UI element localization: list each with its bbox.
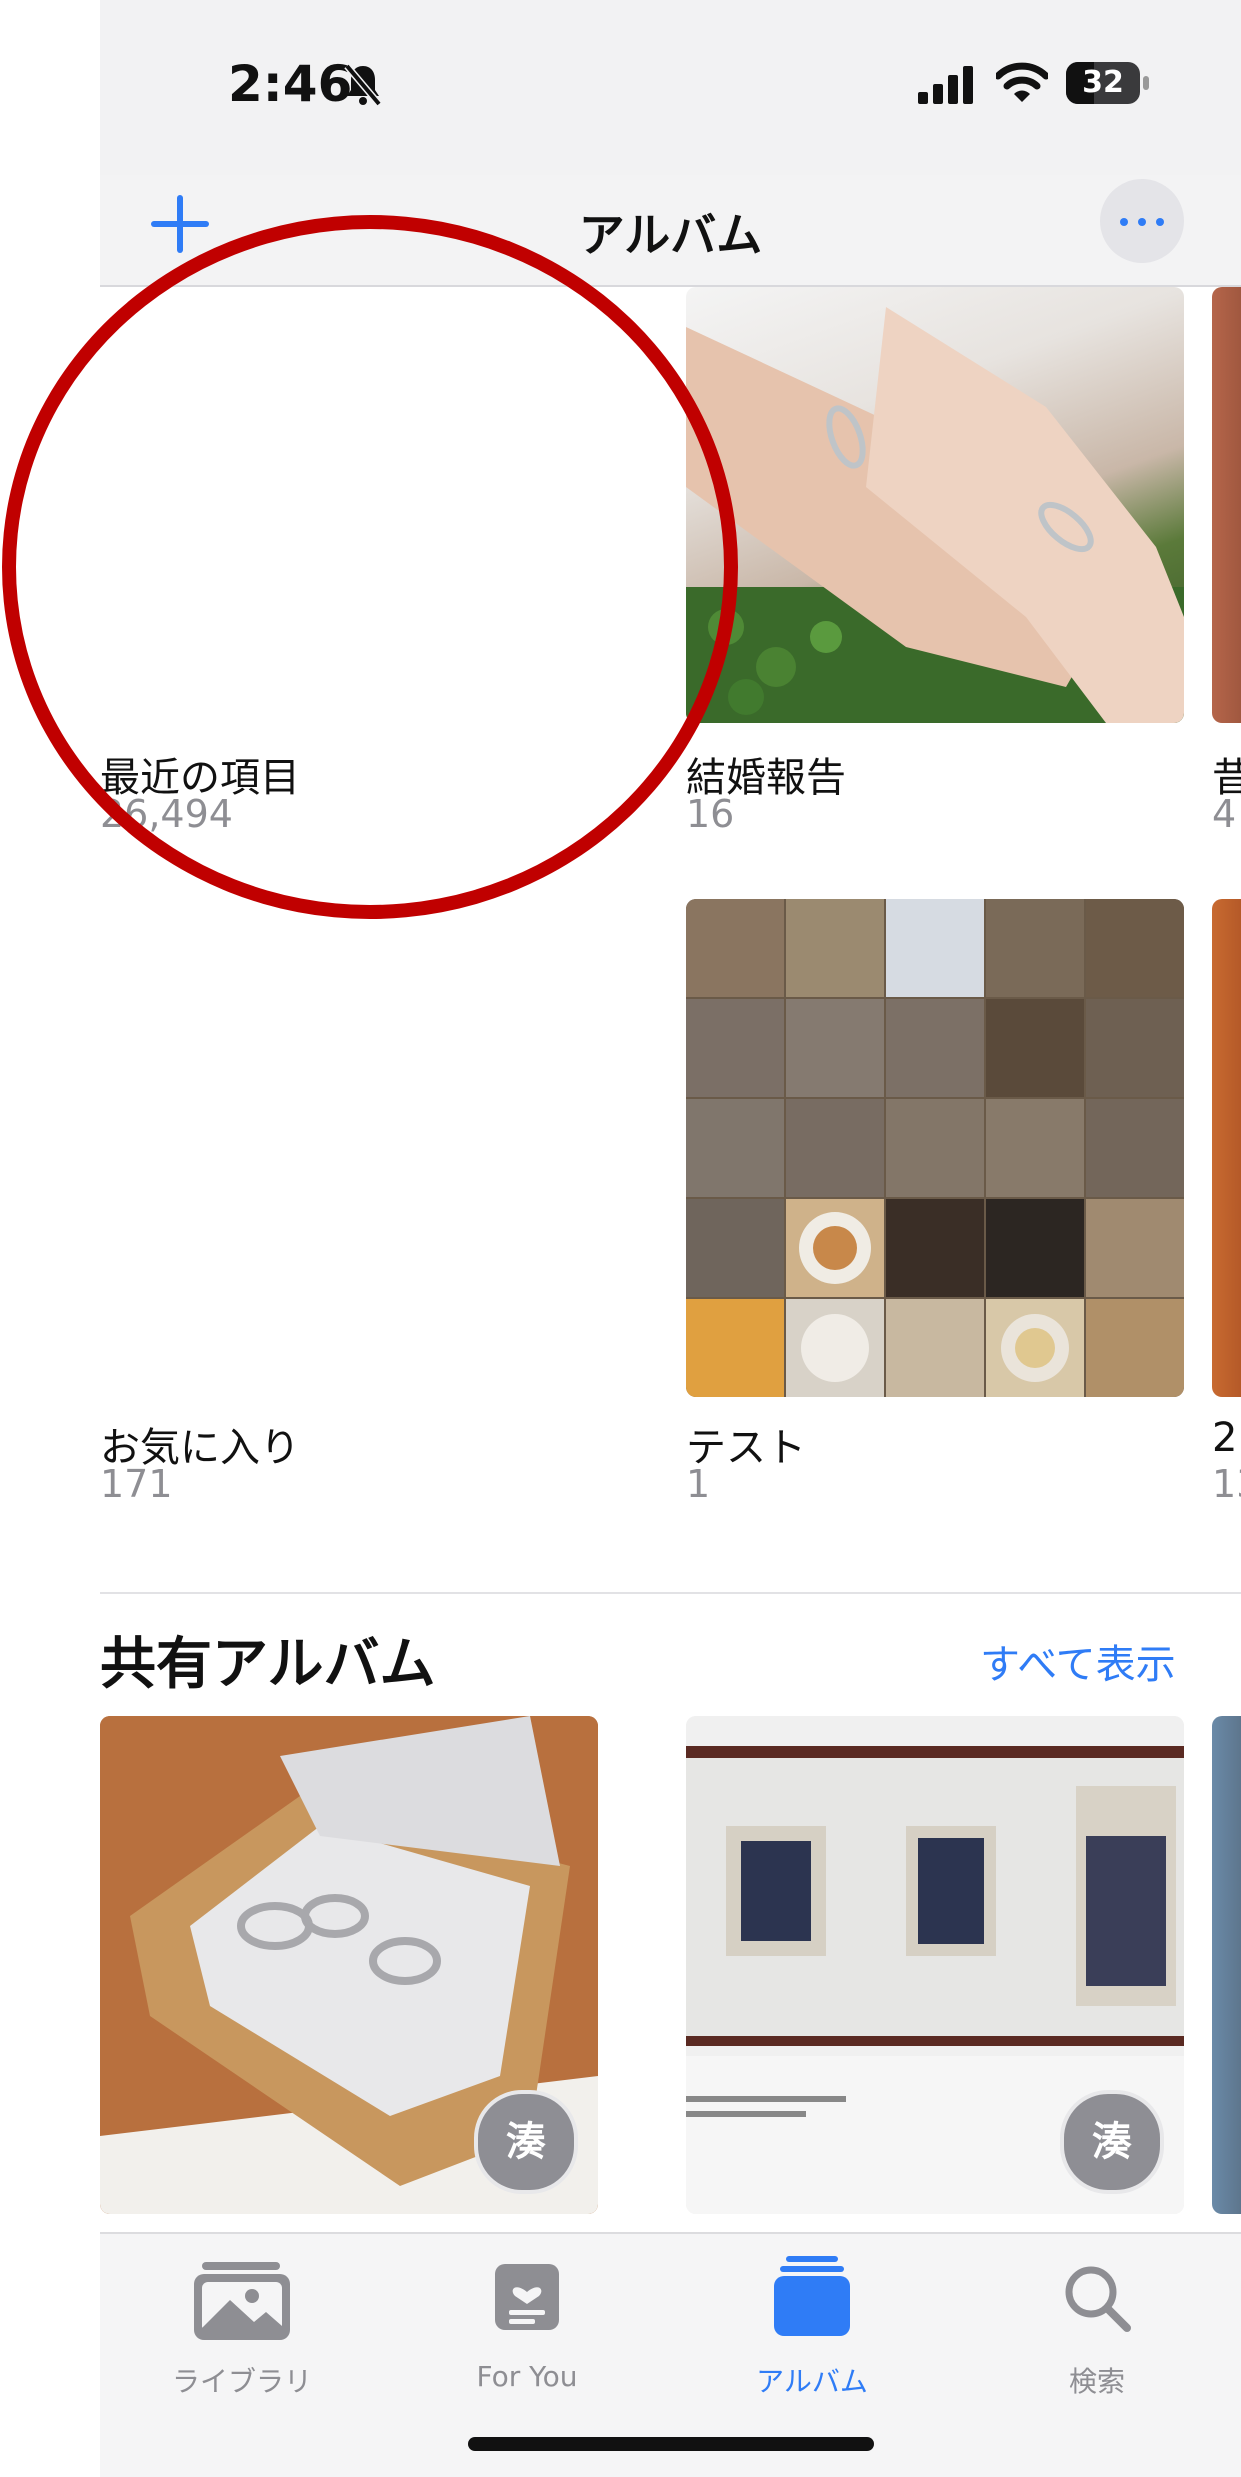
battery-icon: 32 (1066, 62, 1140, 104)
shared-album-thumbnail-1[interactable]: 湊 (100, 1716, 598, 2214)
status-time: 2:46 (228, 55, 353, 113)
wifi-icon (996, 62, 1048, 102)
album-thumbnail-test[interactable] (686, 899, 1184, 1397)
tab-label: 検索 (1068, 2365, 1125, 2398)
tab-search[interactable]: 検索 (987, 2248, 1207, 2398)
album-count: 4 (1212, 792, 1237, 836)
status-bar: 2:46 32 (100, 0, 1241, 175)
tab-for-you[interactable]: For You (417, 2248, 637, 2393)
shared-album-thumbnail-2[interactable]: 湊 (686, 1716, 1184, 2214)
tab-library[interactable]: ライブラリ (132, 2248, 352, 2398)
avatar: 湊 (1060, 2090, 1164, 2194)
albums-stack-icon (774, 2256, 850, 2336)
more-button[interactable] (1100, 179, 1184, 263)
avatar: 湊 (474, 2090, 578, 2194)
hands-rings-photo (686, 307, 1184, 723)
battery-level: 32 (1082, 65, 1124, 100)
tab-label: For You (476, 2360, 578, 2393)
photo-mosaic (686, 899, 1184, 1397)
album-count: 1 (686, 1462, 711, 1506)
home-indicator[interactable] (468, 2437, 874, 2451)
shared-albums-heading: 共有アルバム (100, 1632, 436, 1697)
album-thumbnail-old[interactable] (1212, 287, 1241, 723)
album-count: 171 (100, 1462, 173, 1506)
album-title: 2 (1212, 1415, 1238, 1461)
battery-tip (1143, 76, 1149, 90)
album-thumbnail-wedding-report[interactable] (686, 287, 1184, 723)
album-thumbnail-favorites[interactable] (100, 899, 598, 1397)
see-all-link[interactable]: すべて表示 (980, 1632, 1176, 1690)
photos-library-icon (194, 2262, 290, 2340)
annotation-circle (2, 215, 738, 919)
section-divider (100, 1592, 1241, 1594)
album-thumbnail-2[interactable] (1212, 899, 1241, 1397)
tab-label: アルバム (756, 2365, 868, 2398)
search-icon (1065, 2266, 1131, 2332)
tab-label: ライブラリ (171, 2365, 312, 2398)
silent-bell-icon (344, 63, 382, 106)
shared-album-thumbnail-3[interactable] (1212, 1716, 1241, 2214)
for-you-icon (495, 2264, 559, 2330)
cellular-signal-icon (918, 66, 973, 104)
album-count: 13 (1212, 1462, 1241, 1506)
album-count: 16 (686, 792, 735, 836)
tab-albums[interactable]: アルバム (702, 2248, 922, 2398)
